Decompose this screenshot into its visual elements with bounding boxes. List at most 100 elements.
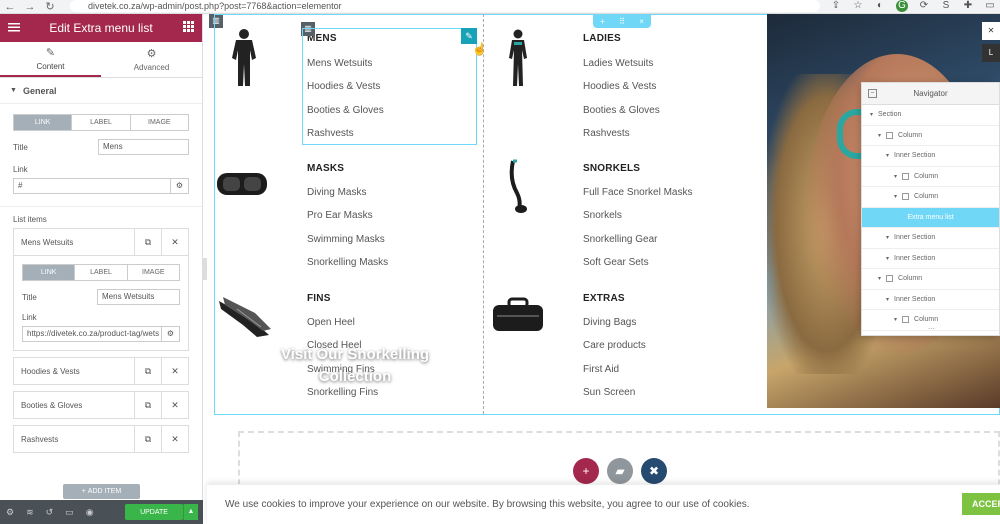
- collapse-all-icon[interactable]: –: [868, 89, 877, 98]
- layers-icon[interactable]: ≋: [26, 507, 34, 518]
- preview-eye-icon[interactable]: ◉: [86, 507, 94, 518]
- section-general-toggle[interactable]: ▼ General: [0, 78, 202, 104]
- item-link-input[interactable]: https://divetek.co.za/product-tag/wets: [22, 326, 162, 342]
- link-options-gear-icon[interactable]: ⚙: [171, 178, 189, 194]
- bookmark-star-icon[interactable]: ☆: [852, 0, 864, 12]
- extension-icon[interactable]: ◐: [874, 0, 886, 12]
- category-snorkels: SNORKELS Full Face Snorkel Masks Snorkel…: [491, 159, 761, 294]
- navigator-row[interactable]: ▾ Section: [862, 105, 999, 126]
- item-type-image-option[interactable]: IMAGE: [128, 265, 179, 280]
- grammarly-icon[interactable]: G: [896, 0, 908, 12]
- item-link-options-gear-icon[interactable]: ⚙: [162, 326, 180, 342]
- caret-down-icon[interactable]: ▾: [878, 132, 881, 139]
- duplicate-icon[interactable]: ⧉: [134, 358, 161, 384]
- menu-link[interactable]: Pro Ear Masks: [307, 209, 388, 232]
- navigator-row[interactable]: ▾ Inner Section: [862, 249, 999, 269]
- duplicate-icon[interactable]: ⧉: [134, 426, 161, 452]
- duplicate-icon[interactable]: ⧉: [134, 229, 161, 255]
- title-input[interactable]: Mens: [98, 139, 189, 155]
- repeater-item-header[interactable]: Hoodies & Vests ⧉ ✕: [14, 358, 188, 384]
- navigator-row[interactable]: ▾ Column: [862, 167, 999, 187]
- sync-icon[interactable]: ⟳: [918, 0, 930, 12]
- menu-link[interactable]: Care products: [583, 339, 646, 362]
- delete-icon[interactable]: ✕: [161, 229, 188, 255]
- elementskit-icon[interactable]: ✖: [641, 458, 667, 484]
- caret-down-icon[interactable]: ▾: [886, 255, 889, 262]
- repeater-item-header[interactable]: Booties & Gloves ⧉ ✕: [14, 392, 188, 418]
- menu-link[interactable]: Diving Bags: [583, 316, 646, 339]
- link-input[interactable]: #: [13, 178, 171, 194]
- navigator-row-label: Column: [898, 131, 923, 139]
- language-tab[interactable]: L: [982, 44, 1000, 62]
- menu-link[interactable]: Snorkelling Gear: [583, 233, 692, 256]
- caret-down-icon[interactable]: ▾: [870, 111, 873, 118]
- menu-icon[interactable]: [8, 21, 20, 33]
- caret-down-icon[interactable]: ▾: [886, 234, 889, 241]
- menu-link[interactable]: First Aid: [583, 363, 646, 386]
- puzzle-icon[interactable]: ✚: [962, 0, 974, 12]
- menu-link[interactable]: Diving Masks: [307, 186, 388, 209]
- caret-down-icon[interactable]: ▾: [878, 275, 881, 282]
- window-icon[interactable]: ▭: [984, 0, 996, 12]
- menu-link[interactable]: Full Face Snorkel Masks: [583, 186, 692, 209]
- reload-icon[interactable]: ↻: [40, 0, 60, 13]
- caret-down-icon[interactable]: ▾: [886, 152, 889, 159]
- navigator-header[interactable]: – Navigator: [862, 83, 999, 105]
- menu-link[interactable]: Swimming Masks: [307, 233, 388, 256]
- caret-down-icon[interactable]: ▾: [894, 173, 897, 180]
- repeater-item-header[interactable]: Mens Wetsuits ⧉ ✕: [14, 229, 188, 255]
- widgets-grid-icon[interactable]: [183, 21, 194, 32]
- settings-icon[interactable]: ⚙: [6, 507, 14, 518]
- menu-link[interactable]: Soft Gear Sets: [583, 256, 692, 279]
- menu-link[interactable]: Rashvests: [583, 127, 660, 150]
- type-link-option[interactable]: LINK: [14, 115, 73, 130]
- item-type-label-option[interactable]: LABEL: [75, 265, 128, 280]
- repeater-item-header[interactable]: Rashvests ⧉ ✕: [14, 426, 188, 452]
- back-icon[interactable]: ←: [0, 1, 20, 13]
- delete-icon[interactable]: ✕: [161, 358, 188, 384]
- caret-down-icon[interactable]: ▾: [894, 316, 897, 323]
- menu-link[interactable]: Open Heel: [307, 316, 378, 339]
- update-options-caret-icon[interactable]: ▲: [183, 504, 198, 520]
- navigator-row[interactable]: Extra menu list: [862, 207, 999, 228]
- item-type-link-option[interactable]: LINK: [23, 265, 76, 280]
- navigator-row[interactable]: ▾ Inner Section: [862, 146, 999, 167]
- navigator-row[interactable]: ▾ Column: [862, 187, 999, 208]
- repeater-item: Rashvests ⧉ ✕: [13, 425, 189, 453]
- add-section-plus-icon[interactable]: +: [573, 458, 599, 484]
- caret-down-icon[interactable]: ▾: [886, 296, 889, 303]
- history-icon[interactable]: ↺: [46, 507, 54, 518]
- menu-link[interactable]: Booties & Gloves: [583, 104, 660, 127]
- delete-icon[interactable]: ✕: [161, 392, 188, 418]
- menu-link[interactable]: Ladies Wetsuits: [583, 57, 660, 80]
- seo-icon[interactable]: S: [940, 0, 952, 12]
- cookie-accept-button[interactable]: ACCEPT: [962, 493, 1000, 515]
- menu-link[interactable]: Hoodies & Vests: [583, 80, 660, 103]
- navigator-row[interactable]: ▾ Inner Section: [862, 228, 999, 249]
- tab-advanced[interactable]: ⚙ Advanced: [101, 42, 202, 77]
- menu-link[interactable]: Snorkelling Masks: [307, 256, 388, 279]
- resize-handle-icon[interactable]: ⋯: [862, 326, 1000, 335]
- navigator-row[interactable]: ▾ Column: [862, 126, 999, 146]
- item-title-input[interactable]: Mens Wetsuits: [97, 289, 180, 305]
- share-icon[interactable]: ⇪: [830, 0, 842, 12]
- responsive-icon[interactable]: ▭: [65, 507, 74, 518]
- add-template-folder-icon[interactable]: ▰: [607, 458, 633, 484]
- type-image-option[interactable]: IMAGE: [131, 115, 188, 130]
- item-type-switcher: LINK LABEL IMAGE: [22, 264, 180, 281]
- address-bar[interactable]: divetek.co.za/wp-admin/post.php?post=776…: [70, 0, 820, 12]
- duplicate-icon[interactable]: ⧉: [134, 392, 161, 418]
- navigator-row[interactable]: ▾ Column: [862, 269, 999, 290]
- menu-link[interactable]: Snorkelling Fins: [307, 386, 378, 409]
- close-icon[interactable]: ✕: [982, 22, 1000, 40]
- add-item-button[interactable]: + ADD ITEM: [63, 484, 140, 499]
- forward-icon[interactable]: →: [20, 1, 40, 13]
- navigator-row[interactable]: ▾ Inner Section: [862, 290, 999, 310]
- menu-link[interactable]: Snorkels: [583, 209, 692, 232]
- caret-down-icon[interactable]: ▾: [894, 193, 897, 200]
- menu-link[interactable]: Sun Screen: [583, 386, 646, 409]
- delete-icon[interactable]: ✕: [161, 426, 188, 452]
- type-label-option[interactable]: LABEL: [72, 115, 131, 130]
- tab-content[interactable]: ✎ Content: [0, 42, 101, 77]
- update-button[interactable]: UPDATE: [125, 504, 183, 520]
